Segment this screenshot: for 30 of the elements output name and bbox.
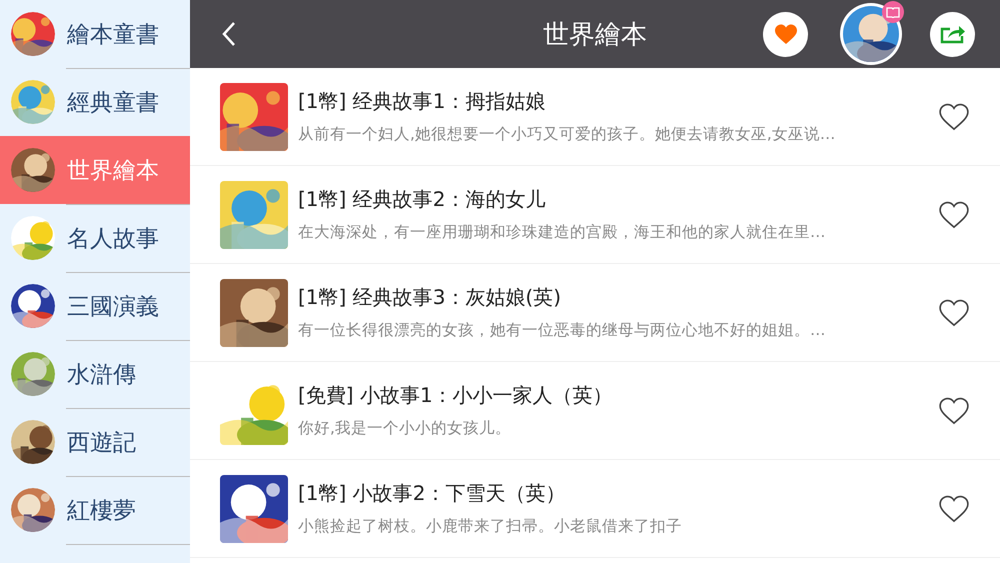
profile-avatar[interactable] bbox=[840, 3, 902, 65]
favorite-button[interactable] bbox=[938, 298, 970, 327]
page-title: 世界繪本 bbox=[543, 18, 647, 52]
story-title: [免費] 小故事1：小小一家人（英） bbox=[298, 382, 614, 409]
story-description: 从前有一个妇人,她很想要一个小巧又可爱的孩子。她便去请教女巫,女巫说… bbox=[298, 124, 836, 145]
back-icon bbox=[222, 21, 236, 47]
favorites-button[interactable] bbox=[763, 12, 808, 56]
story-title: [1幣] 经典故事2：海的女儿 bbox=[298, 186, 546, 213]
sidebar-item[interactable]: 三國演義 bbox=[0, 272, 190, 340]
sidebar-item[interactable]: 繪本童書 bbox=[0, 0, 190, 68]
book-icon bbox=[882, 1, 904, 23]
sidebar-item[interactable]: 水滸傳 bbox=[0, 340, 190, 408]
sidebar-item[interactable]: 經典童書 bbox=[0, 68, 190, 136]
favorite-button[interactable] bbox=[938, 200, 970, 229]
story-description: 在大海深处，有一座用珊瑚和珍珠建造的宫殿，海王和他的家人就住在里… bbox=[298, 222, 826, 243]
story-title: [1幣] 小故事2：下雪天（英） bbox=[298, 480, 566, 507]
sidebar-item[interactable]: 名人故事 bbox=[0, 204, 190, 272]
favorite-button[interactable] bbox=[938, 494, 970, 523]
story-description: 你好,我是一个小小的女孩儿。 bbox=[298, 418, 512, 439]
favorite-button[interactable] bbox=[938, 102, 970, 131]
share-icon bbox=[940, 24, 966, 44]
story-title: [1幣] 经典故事3：灰姑娘(英) bbox=[298, 284, 562, 311]
share-button[interactable] bbox=[930, 12, 975, 56]
sidebar-item[interactable]: 紅樓夢 bbox=[0, 476, 190, 544]
story-description: 有一位长得很漂亮的女孩，她有一位恶毒的继母与两位心地不好的姐姐。… bbox=[298, 320, 826, 341]
heart-icon bbox=[774, 23, 798, 45]
favorite-button[interactable] bbox=[938, 396, 970, 425]
story-description: 小熊捡起了树枝。小鹿带来了扫帚。小老鼠借来了扣子 bbox=[298, 516, 683, 537]
sidebar-item[interactable]: 西遊記 bbox=[0, 408, 190, 476]
story-title: [1幣] 经典故事1：拇指姑娘 bbox=[298, 88, 546, 115]
